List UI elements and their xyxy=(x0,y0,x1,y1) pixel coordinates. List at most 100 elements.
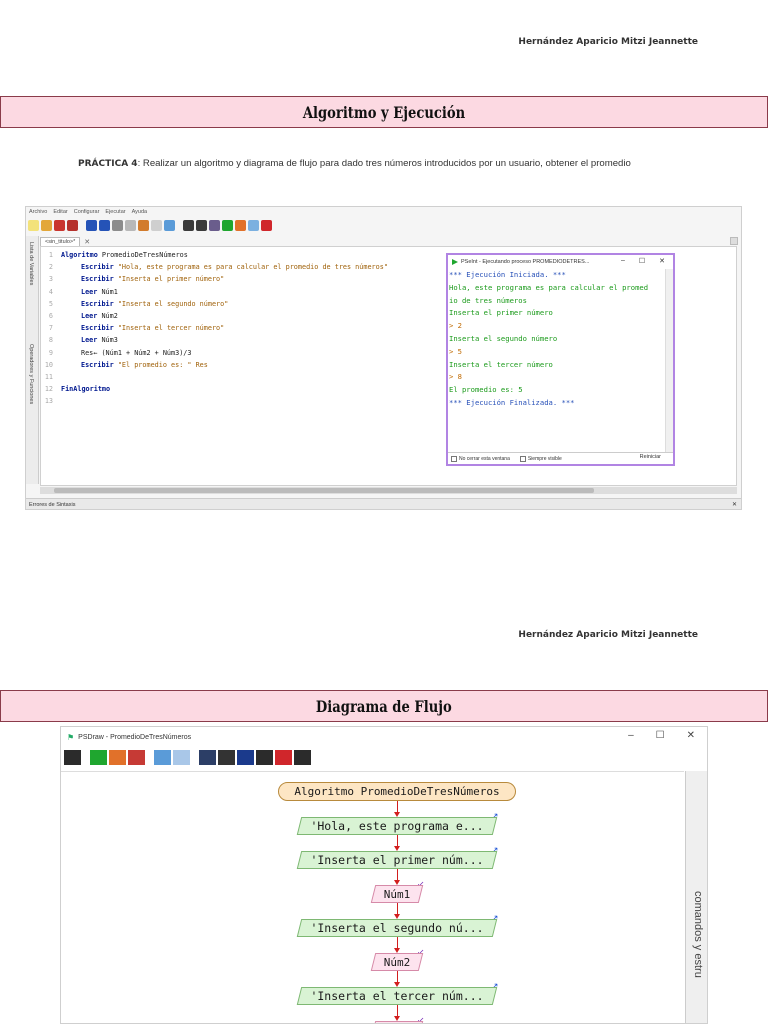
run-icon[interactable] xyxy=(222,220,233,231)
menu-editar[interactable]: Editar xyxy=(53,209,67,218)
code-line[interactable]: 10 Escribir "El promedio es: " Res xyxy=(41,359,208,371)
scroll-thumb[interactable] xyxy=(54,488,594,493)
keep-open-checkbox[interactable] xyxy=(451,455,457,462)
code-line[interactable]: 3 Escribir "Inserta el primer número" xyxy=(41,273,224,285)
always-visible-checkbox[interactable] xyxy=(519,455,526,462)
code-line[interactable]: 11 xyxy=(41,371,61,383)
step-run-icon[interactable] xyxy=(235,220,246,231)
section-banner-algorithm: Algoritmo y Ejecución xyxy=(0,96,768,128)
close-panel-icon[interactable]: ✕ xyxy=(732,499,737,509)
flowchart-canvas[interactable]: Algoritmo PromedioDeTresNúmeros 'Hola, es… xyxy=(61,771,684,1023)
code-keyword: Algoritmo xyxy=(61,251,98,259)
menu-configurar[interactable]: Configurar xyxy=(74,209,100,218)
code-keyword: Escribir xyxy=(81,275,114,284)
execution-window: PSeInt - Ejecutando proceso PROMEDIODETR… xyxy=(446,253,675,466)
paste-icon[interactable] xyxy=(138,220,149,231)
execution-titlebar: PSeInt - Ejecutando proceso PROMEDIODETR… xyxy=(448,255,673,269)
flowchart-output-node[interactable]: 'Inserta el segundo nú... xyxy=(299,919,495,937)
code-line[interactable]: 5 Escribir "Inserta el segundo número" xyxy=(41,298,228,310)
editor-tab[interactable]: <sin_titulo>* xyxy=(40,237,81,246)
commands-panel-label[interactable]: comandos y estru xyxy=(692,891,704,978)
close-button[interactable]: ✕ xyxy=(687,730,695,741)
operators-panel-tab[interactable]: Operadores y Funciones xyxy=(28,344,34,404)
cut-icon[interactable] xyxy=(112,220,123,231)
export-icon[interactable] xyxy=(199,750,216,765)
tab-label: <sin_titulo>* xyxy=(45,239,76,245)
flowchart-start-node[interactable]: Algoritmo PromedioDeTresNúmeros xyxy=(278,782,516,801)
copy-icon[interactable] xyxy=(125,220,136,231)
redo-icon[interactable] xyxy=(99,220,110,231)
code-line[interactable]: 12 FinAlgoritmo xyxy=(41,383,110,395)
console-line: Inserta el primer número xyxy=(449,308,553,318)
indent-icon[interactable] xyxy=(151,220,162,231)
step-run-icon[interactable] xyxy=(109,750,126,765)
horizontal-scrollbar[interactable] xyxy=(40,487,737,494)
step-icon[interactable] xyxy=(183,220,194,231)
save-as-icon[interactable] xyxy=(67,220,78,231)
flowchart-icon[interactable] xyxy=(248,220,259,231)
menu-archivo[interactable]: Archivo xyxy=(29,209,47,218)
flowchart-input-node[interactable]: Núm1 xyxy=(373,885,421,903)
help-icon[interactable] xyxy=(261,220,272,231)
maximize-editor-button[interactable] xyxy=(730,237,738,245)
style-icon[interactable] xyxy=(237,750,254,765)
close-tab-icon[interactable]: ✕ xyxy=(84,238,90,246)
flowchart-output-node[interactable]: 'Inserta el tercer núm... xyxy=(299,987,495,1005)
minimize-button[interactable]: – xyxy=(628,730,634,741)
new-file-icon[interactable] xyxy=(28,220,39,231)
undo-icon[interactable] xyxy=(86,220,97,231)
line-number: 12 xyxy=(44,385,53,394)
maximize-button[interactable]: ☐ xyxy=(656,730,665,741)
node-label: 'Inserta el tercer núm... xyxy=(310,989,484,1003)
console-output[interactable]: *** Ejecución Iniciada. *** Hola, este pr… xyxy=(448,269,666,453)
restart-button[interactable]: Reiniciar xyxy=(640,454,661,460)
close-button[interactable]: ✕ xyxy=(659,257,665,265)
flowchart-output-node[interactable]: 'Hola, este programa e... xyxy=(299,817,495,835)
code-line[interactable]: 13 xyxy=(41,395,61,407)
save-icon[interactable] xyxy=(128,750,145,765)
code-text: "Hola, este programa es para calcular el… xyxy=(113,263,388,272)
code-keyword: Escribir xyxy=(81,360,114,369)
console-line: *** Ejecución Finalizada. *** xyxy=(449,397,575,407)
menu-ayuda[interactable]: Ayuda xyxy=(132,209,148,218)
flowchart-output-node[interactable]: 'Inserta el primer núm... xyxy=(299,851,495,869)
fit-icon[interactable] xyxy=(173,750,190,765)
minimize-button[interactable]: – xyxy=(621,257,625,265)
flowchart-input-node[interactable]: Núm2 xyxy=(373,953,421,971)
code-keyword: Escribir xyxy=(81,299,114,308)
search-icon[interactable] xyxy=(164,220,175,231)
code-line[interactable]: 9 Res← (Núm1 + Núm2 + Núm3)/3 xyxy=(41,347,192,359)
code-line[interactable]: 2 Escribir "Hola, este programa es para c… xyxy=(41,261,388,273)
code-line[interactable]: 1 Algoritmo PromedioDeTresNúmeros xyxy=(41,249,188,261)
code-line[interactable]: 7 Escribir "Inserta el tercer número" xyxy=(41,322,224,334)
maximize-button[interactable]: ☐ xyxy=(639,257,645,265)
line-number: 4 xyxy=(48,287,53,296)
author-name: Hernández Aparicio Mitzi Jeannette xyxy=(518,37,698,47)
code-line[interactable]: 6 Leer Núm2 xyxy=(41,310,118,322)
flow-arrow xyxy=(394,1005,400,1021)
author-name: Hernández Aparicio Mitzi Jeannette xyxy=(518,630,698,640)
console-scrollbar[interactable] xyxy=(665,269,673,453)
code-keyword: FinAlgoritmo xyxy=(61,385,111,394)
code-line[interactable]: 4 Leer Núm1 xyxy=(41,286,118,298)
console-line: Hola, este programa es para calcular el … xyxy=(449,282,649,292)
run-icon xyxy=(452,259,458,265)
comments-icon[interactable] xyxy=(256,750,273,765)
verify-icon[interactable] xyxy=(209,220,220,231)
variables-panel-tab[interactable]: Lista de Variables xyxy=(28,242,34,285)
open-file-icon[interactable] xyxy=(41,220,52,231)
help-icon[interactable] xyxy=(275,750,292,765)
menu-ejecutar[interactable]: Ejecutar xyxy=(105,209,125,218)
psdraw-toolbar xyxy=(61,748,707,767)
save-icon[interactable] xyxy=(54,220,65,231)
code-line[interactable]: 8 Leer Núm3 xyxy=(41,334,118,346)
psdraw-window: ⚑ PSDraw - PromedioDeTresNúmeros – ☐ ✕ A… xyxy=(60,726,708,1024)
close-diagram-icon[interactable] xyxy=(294,750,311,765)
sub-process-icon[interactable] xyxy=(64,750,81,765)
debug-icon[interactable] xyxy=(196,220,207,231)
run-icon[interactable] xyxy=(90,750,107,765)
line-number: 13 xyxy=(44,397,53,406)
code-icon[interactable] xyxy=(218,750,235,765)
console-line: io de tres números xyxy=(449,295,527,305)
zoom-icon[interactable] xyxy=(154,750,171,765)
